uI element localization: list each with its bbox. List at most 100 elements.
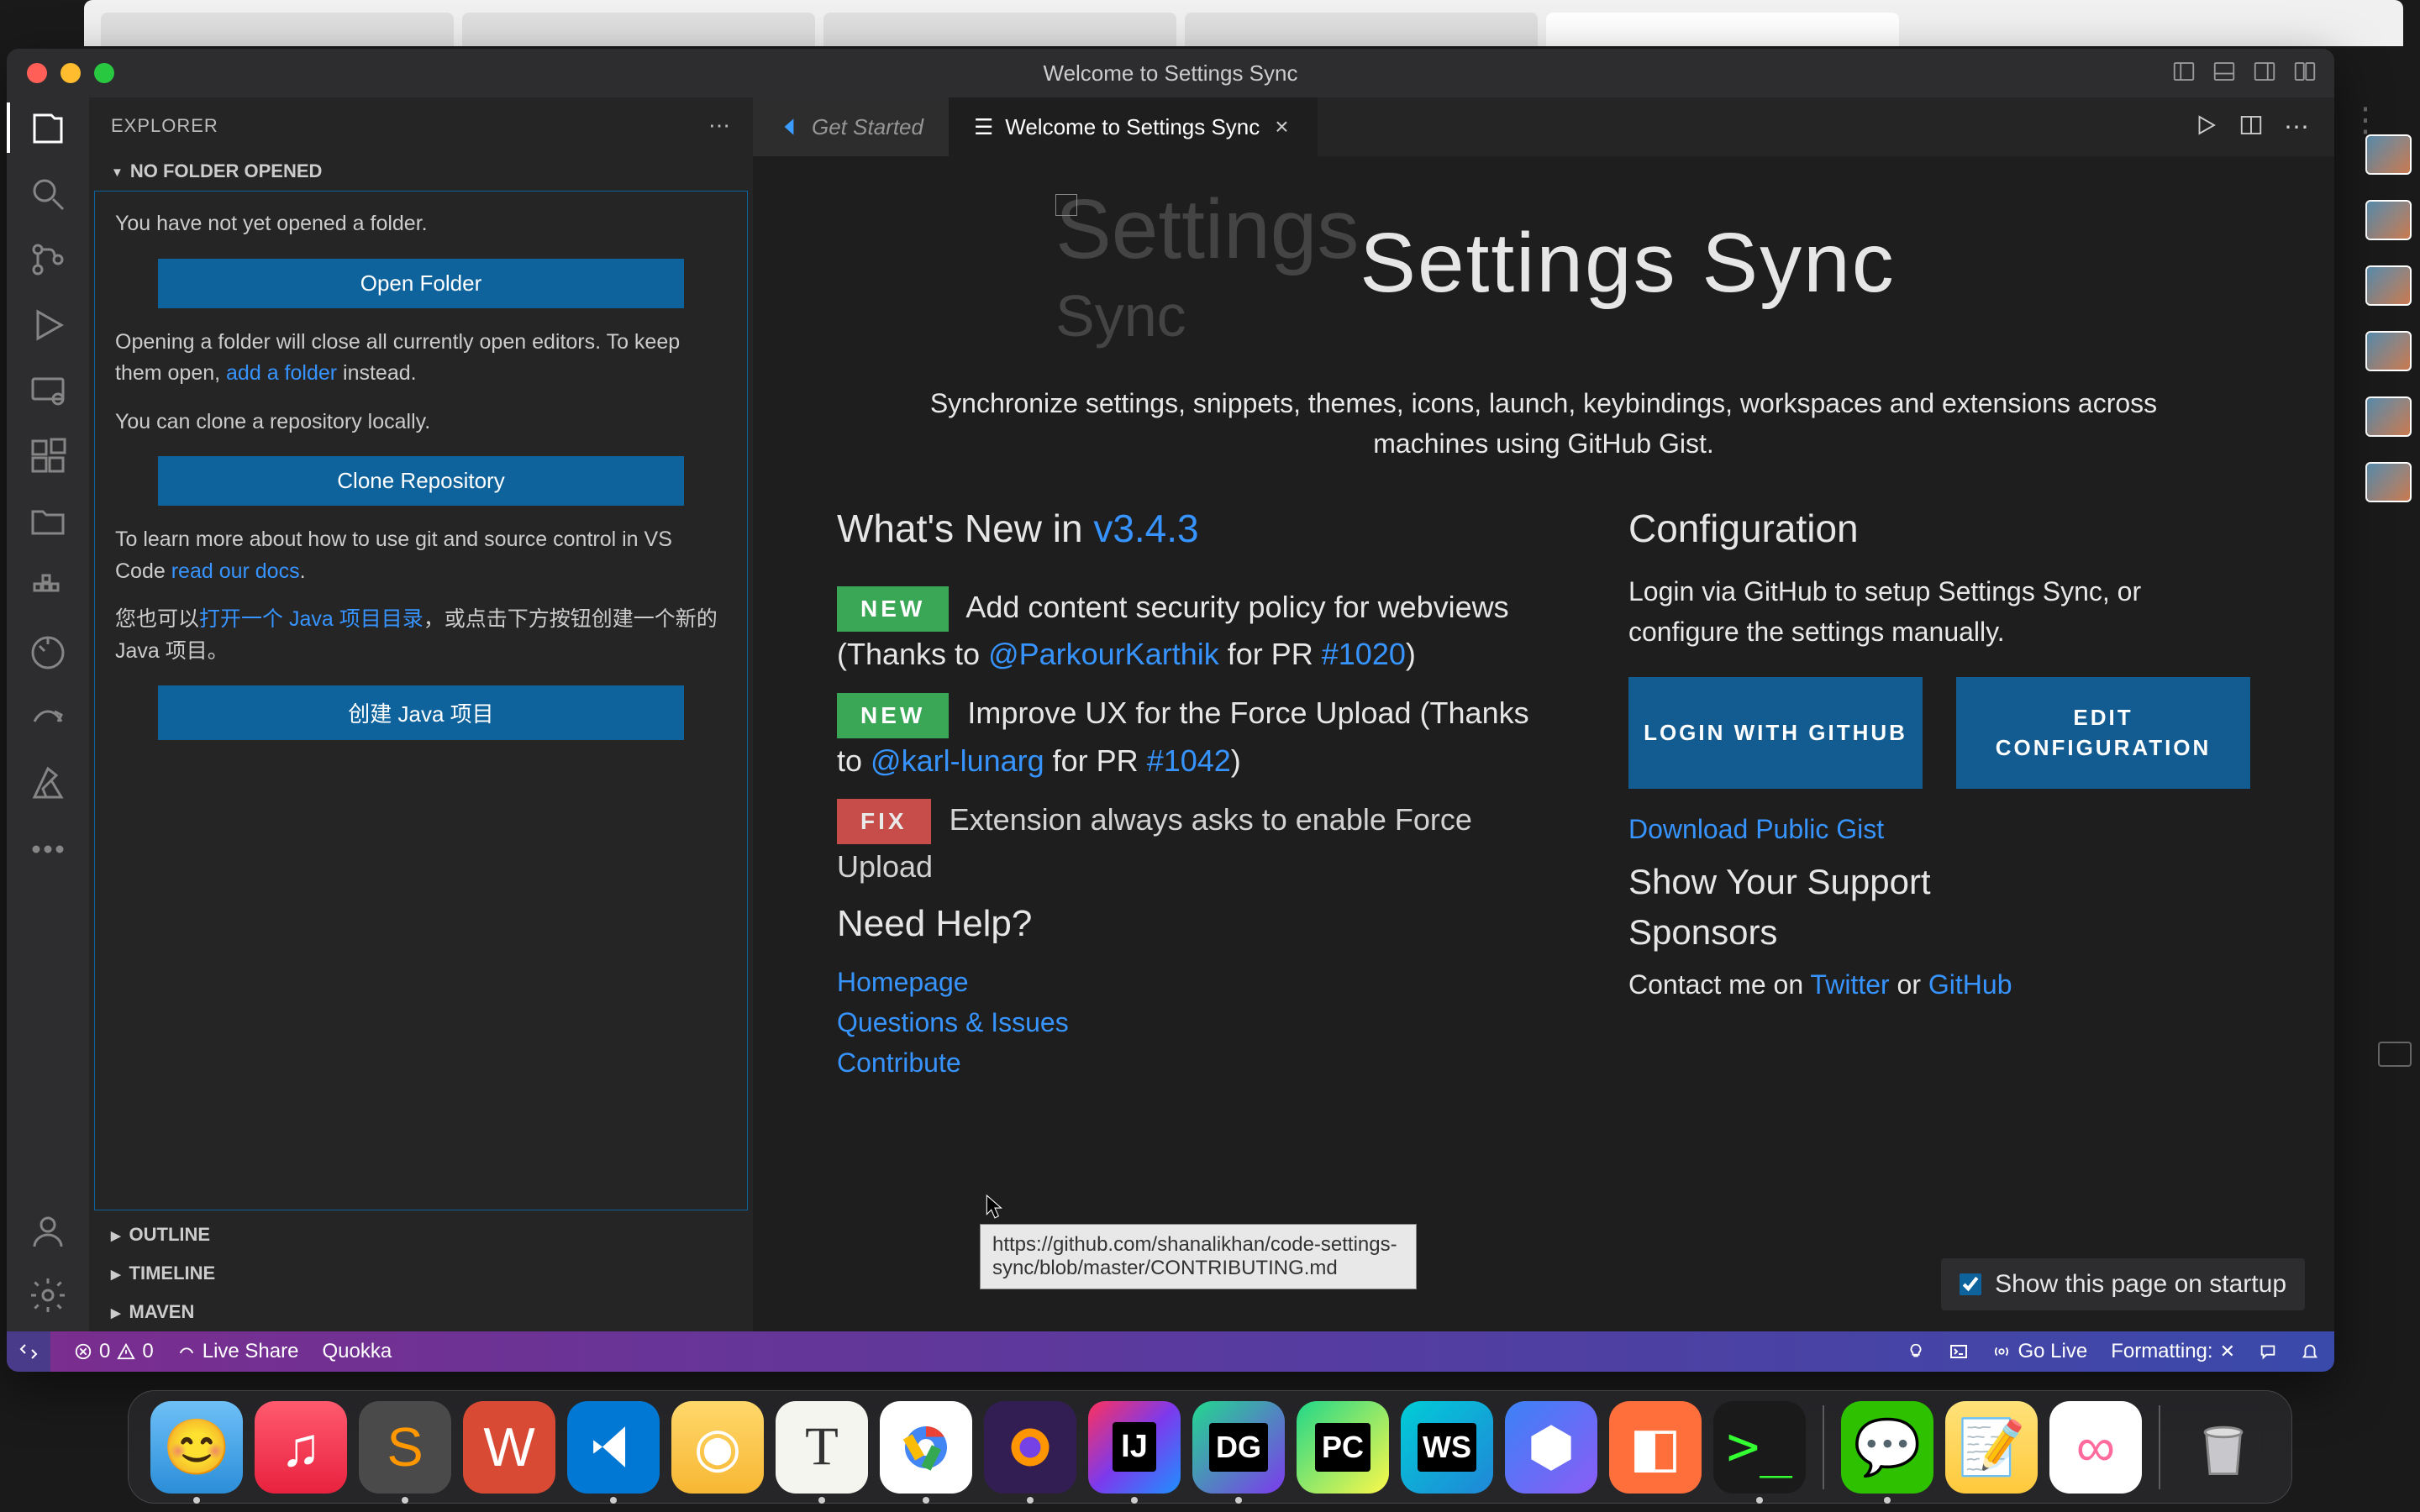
clone-note: You can clone a repository locally. xyxy=(115,407,727,438)
activity-more[interactable] xyxy=(27,828,69,870)
news-item-2: NEW Improve UX for the Force Upload (Tha… xyxy=(837,690,1561,783)
panel-left-icon[interactable] xyxy=(2171,59,2196,88)
run-icon[interactable] xyxy=(2193,113,2218,142)
activity-docker[interactable] xyxy=(27,566,69,608)
status-feedback[interactable] xyxy=(2259,1342,2277,1361)
sponsors-heading: Sponsors xyxy=(1628,912,2250,953)
status-bell[interactable] xyxy=(2301,1342,2319,1361)
user-link[interactable]: @ParkourKarthik xyxy=(988,637,1219,671)
status-lightbulb[interactable] xyxy=(1907,1342,1925,1361)
window-minimize-button[interactable] xyxy=(60,63,81,83)
activity-extensions[interactable] xyxy=(27,435,69,477)
dock-datagrip[interactable]: DG xyxy=(1192,1401,1285,1494)
activity-remote[interactable] xyxy=(27,370,69,412)
twitter-link[interactable]: Twitter xyxy=(1810,969,1889,1000)
clone-repository-button[interactable]: Clone Repository xyxy=(158,456,684,506)
sidebar-more-icon[interactable]: ⋯ xyxy=(708,113,731,139)
dock-trash[interactable] xyxy=(2177,1401,2270,1494)
tab-more-icon[interactable]: ⋯ xyxy=(2284,113,2309,142)
activity-debug[interactable] xyxy=(27,304,69,346)
dock-vscode[interactable] xyxy=(567,1401,660,1494)
activity-gitlens[interactable] xyxy=(27,632,69,674)
download-gist-link[interactable]: Download Public Gist xyxy=(1628,814,1884,845)
tab-close-button[interactable]: × xyxy=(1271,113,1292,140)
dock-terminal[interactable]: >_ xyxy=(1713,1401,1806,1494)
login-github-button[interactable]: LOGIN WITH GITHUB xyxy=(1628,677,1923,789)
questions-link[interactable]: Questions & Issues xyxy=(837,1002,1561,1042)
dock-wechat[interactable]: 💬 xyxy=(1841,1401,1933,1494)
window-close-button[interactable] xyxy=(27,63,47,83)
activity-folder[interactable] xyxy=(27,501,69,543)
layout-icon[interactable] xyxy=(2292,59,2317,88)
activity-share[interactable] xyxy=(27,697,69,739)
dock-firefox[interactable] xyxy=(984,1401,1076,1494)
editor-tabs: Get Started ☰ Welcome to Settings Sync ×… xyxy=(753,97,2334,156)
pr-link[interactable]: #1020 xyxy=(1322,637,1406,671)
preview-icon: ☰ xyxy=(974,114,993,140)
macos-dock: 😊 ♫ S W ◉ T IJ DG PC WS ⬢ ◧ >_ 💬 📝 ∞ xyxy=(128,1390,2292,1504)
read-docs-link[interactable]: read our docs xyxy=(171,559,300,583)
dock-pycharm[interactable]: PC xyxy=(1297,1401,1389,1494)
sidebar-outline[interactable]: OUTLINE xyxy=(89,1215,753,1254)
java-note: 您也可以打开一个 Java 项目目录，或点击下方按钮创建一个新的 Java 项目… xyxy=(115,604,727,667)
status-quokka[interactable]: Quokka xyxy=(322,1340,392,1363)
open-java-link[interactable]: 打开一个 Java 项目目录 xyxy=(199,607,424,631)
status-terminal[interactable] xyxy=(1949,1341,1969,1362)
need-help-heading: Need Help? xyxy=(837,903,1561,945)
status-golive[interactable]: Go Live xyxy=(1992,1340,2087,1363)
startup-checkbox-row[interactable]: Show this page on startup xyxy=(1941,1258,2305,1310)
dock-chrome[interactable] xyxy=(880,1401,972,1494)
dock-wps[interactable]: W xyxy=(463,1401,555,1494)
sidebar-timeline[interactable]: TIMELINE xyxy=(89,1254,753,1293)
window-maximize-button[interactable] xyxy=(94,63,114,83)
activity-explorer[interactable] xyxy=(27,108,69,150)
dock-finder[interactable]: 😊 xyxy=(150,1401,243,1494)
dock-music[interactable]: ♫ xyxy=(255,1401,347,1494)
chevron-down-icon xyxy=(111,163,124,181)
dock-webstorm[interactable]: WS xyxy=(1401,1401,1493,1494)
remote-indicator[interactable] xyxy=(7,1331,50,1372)
panel-bottom-icon[interactable] xyxy=(2212,59,2237,88)
fix-badge: FIX xyxy=(837,799,931,844)
add-folder-link[interactable]: add a folder xyxy=(226,361,337,385)
create-java-button[interactable]: 创建 Java 项目 xyxy=(158,685,684,740)
dock-app4[interactable]: ∞ xyxy=(2049,1401,2142,1494)
split-editor-icon[interactable] xyxy=(2238,113,2264,142)
dock-app2[interactable]: ⬢ xyxy=(1505,1401,1597,1494)
edit-configuration-button[interactable]: EDIT CONFIGURATION xyxy=(1956,677,2250,789)
page-title: Settings Sync xyxy=(1360,215,1895,312)
tab-settings-sync[interactable]: ☰ Welcome to Settings Sync × xyxy=(949,97,1318,156)
activity-settings[interactable] xyxy=(27,1274,69,1316)
contribute-link[interactable]: Contribute xyxy=(837,1042,1561,1083)
status-problems[interactable]: 0 0 xyxy=(74,1340,154,1363)
pr-link[interactable]: #1042 xyxy=(1147,743,1231,778)
dock-typora[interactable]: T xyxy=(776,1401,868,1494)
activity-account[interactable] xyxy=(27,1210,69,1252)
activity-azure[interactable] xyxy=(27,763,69,805)
homepage-link[interactable]: Homepage xyxy=(837,962,1561,1002)
dock-sublime[interactable]: S xyxy=(359,1401,451,1494)
status-liveshare[interactable]: Live Share xyxy=(177,1340,299,1363)
dock-notes[interactable]: 📝 xyxy=(1945,1401,2038,1494)
activity-scm[interactable] xyxy=(27,239,69,281)
tab-get-started[interactable]: Get Started xyxy=(753,97,949,156)
dock-app1[interactable]: ◉ xyxy=(671,1401,764,1494)
github-link[interactable]: GitHub xyxy=(1928,969,2012,1000)
chevron-right-icon xyxy=(111,1304,121,1321)
settings-sync-page: Settings Sync Settings Sync Synchronize … xyxy=(753,156,2334,1331)
dock-app3[interactable]: ◧ xyxy=(1609,1401,1702,1494)
activity-search[interactable] xyxy=(27,173,69,215)
open-folder-button[interactable]: Open Folder xyxy=(158,259,684,308)
whatsnew-heading: What's New in v3.4.3 xyxy=(837,506,1561,551)
opening-note: Opening a folder will close all currentl… xyxy=(115,327,727,390)
sidebar-title: EXPLORER xyxy=(111,115,218,137)
startup-checkbox[interactable] xyxy=(1960,1273,1981,1295)
panel-right-icon[interactable] xyxy=(2252,59,2277,88)
dock-intellij[interactable]: IJ xyxy=(1088,1401,1181,1494)
sidebar-section-no-folder[interactable]: NO FOLDER OPENED xyxy=(89,154,753,189)
sidebar-maven[interactable]: MAVEN xyxy=(89,1293,753,1331)
vscode-window: Welcome to Settings Sync xyxy=(7,49,2334,1372)
new-badge: NEW xyxy=(837,693,949,738)
status-formatting[interactable]: Formatting: ✕ xyxy=(2111,1340,2235,1363)
user-link[interactable]: @karl-lunarg xyxy=(871,743,1044,778)
